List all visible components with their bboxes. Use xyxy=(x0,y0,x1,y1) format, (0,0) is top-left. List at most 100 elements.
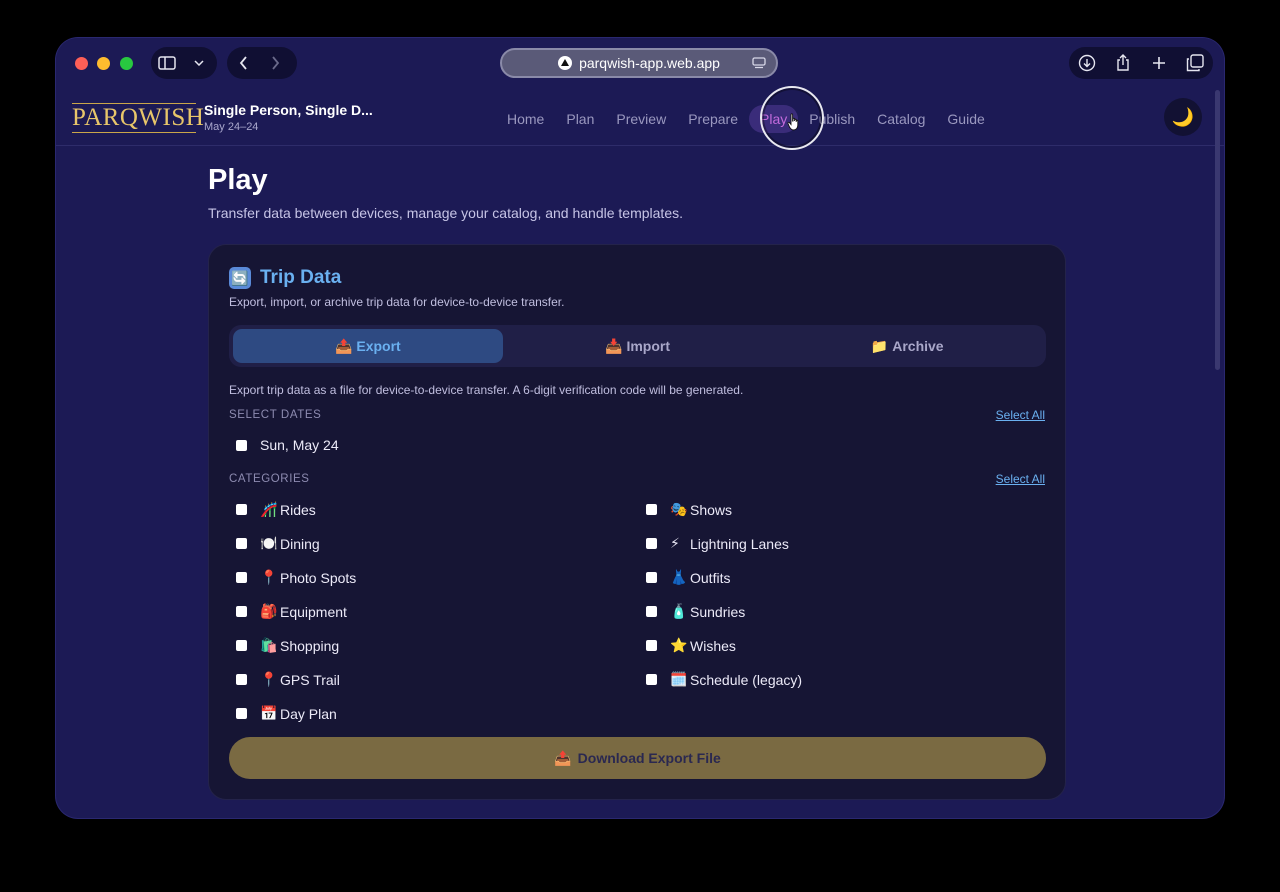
close-window-button[interactable] xyxy=(75,57,88,70)
browser-window: parqwish-app.web.app PARQWISH Single Per… xyxy=(56,38,1224,818)
category-label: Day Plan xyxy=(280,705,337,722)
tab-import[interactable]: 📥 Import xyxy=(503,329,773,363)
category-checkbox[interactable] xyxy=(646,504,657,515)
share-icon[interactable] xyxy=(1107,47,1139,79)
sync-icon: 🔄 xyxy=(229,267,251,289)
category-label: Equipment xyxy=(280,603,347,620)
category-label: Dining xyxy=(280,535,320,552)
chevron-down-icon[interactable] xyxy=(183,47,215,79)
main-nav: Home Plan Preview Prepare Play Publish C… xyxy=(496,105,996,133)
tab-label: Archive xyxy=(892,338,944,354)
lotion-bottle-icon: 🧴 xyxy=(670,603,688,619)
nav-prepare[interactable]: Prepare xyxy=(677,105,749,133)
trip-title[interactable]: Single Person, Single D... xyxy=(204,102,373,118)
trip-dates: May 24–24 xyxy=(204,121,259,133)
zoom-window-button[interactable] xyxy=(120,57,133,70)
category-checkbox[interactable] xyxy=(236,572,247,583)
category-label: Photo Spots xyxy=(280,569,357,586)
category-sundries[interactable]: 🧴 Sundries xyxy=(646,603,745,620)
browser-actions-group xyxy=(1069,47,1213,79)
category-wishes[interactable]: ⭐ Wishes xyxy=(646,637,736,654)
pointer-cursor-icon xyxy=(787,113,801,136)
star-icon: ⭐ xyxy=(670,637,688,653)
trip-data-card: 🔄 Trip Data Export, import, or archive t… xyxy=(208,244,1066,800)
select-all-categories-link[interactable]: Select All xyxy=(996,472,1045,486)
nav-publish[interactable]: Publish xyxy=(798,105,866,133)
category-schedule-legacy[interactable]: 🗓️ Schedule (legacy) xyxy=(646,671,802,688)
lightning-icon: ⚡ xyxy=(670,535,680,551)
card-title: Trip Data xyxy=(260,267,342,288)
category-label: Shopping xyxy=(280,637,340,654)
category-checkbox[interactable] xyxy=(236,504,247,515)
category-checkbox[interactable] xyxy=(236,606,247,617)
parqwish-logo[interactable]: PARQWISH xyxy=(72,103,204,133)
category-rides[interactable]: 🎢 Rides xyxy=(236,501,316,518)
date-label: Sun, May 24 xyxy=(260,437,339,453)
date-checkbox[interactable] xyxy=(236,439,247,451)
sidebar-toggle-group xyxy=(151,47,217,79)
category-checkbox[interactable] xyxy=(236,708,247,719)
history-nav-group xyxy=(227,47,297,79)
sidebar-icon[interactable] xyxy=(151,47,183,79)
category-lightning-lanes[interactable]: ⚡ Lightning Lanes xyxy=(646,535,789,552)
category-label: Rides xyxy=(280,501,316,518)
roller-coaster-icon: 🎢 xyxy=(260,501,278,517)
category-photo-spots[interactable]: 📍 Photo Spots xyxy=(236,569,356,586)
date-option[interactable]: Sun, May 24 xyxy=(236,437,339,453)
category-label: Sundries xyxy=(690,603,746,620)
downloads-icon[interactable] xyxy=(1071,47,1103,79)
moon-icon: 🌙 xyxy=(1171,106,1195,127)
folder-icon: 📁 xyxy=(870,337,889,354)
category-equipment[interactable]: 🎒 Equipment xyxy=(236,603,347,620)
select-dates-label: SELECT DATES xyxy=(229,409,322,421)
category-checkbox[interactable] xyxy=(646,640,657,651)
category-gps-trail[interactable]: 📍 GPS Trail xyxy=(236,671,340,688)
new-tab-icon[interactable] xyxy=(1143,47,1175,79)
shopping-bags-icon: 🛍️ xyxy=(260,637,278,653)
card-header: 🔄 Trip Data xyxy=(229,267,341,289)
nav-plan[interactable]: Plan xyxy=(555,105,605,133)
category-checkbox[interactable] xyxy=(236,640,247,651)
back-icon[interactable] xyxy=(227,47,259,79)
category-label: Schedule (legacy) xyxy=(690,671,803,688)
dress-icon: 👗 xyxy=(670,569,688,585)
category-label: Shows xyxy=(690,501,733,518)
address-bar[interactable]: parqwish-app.web.app xyxy=(500,48,778,78)
nav-preview[interactable]: Preview xyxy=(605,105,677,133)
site-favicon-icon xyxy=(558,56,573,70)
category-day-plan[interactable]: 📅 Day Plan xyxy=(236,705,337,722)
category-checkbox[interactable] xyxy=(236,538,247,549)
category-checkbox[interactable] xyxy=(646,572,657,583)
page-subtitle: Transfer data between devices, manage yo… xyxy=(208,205,683,221)
url-text: parqwish-app.web.app xyxy=(579,55,720,71)
theme-toggle-button[interactable]: 🌙 xyxy=(1164,98,1202,136)
category-checkbox[interactable] xyxy=(646,606,657,617)
tab-archive[interactable]: 📁 Archive xyxy=(772,329,1042,363)
page-scrollbar[interactable] xyxy=(1215,90,1220,370)
category-shows[interactable]: 🎭 Shows xyxy=(646,501,732,518)
download-export-button[interactable]: 📤 Download Export File xyxy=(229,737,1046,779)
trip-data-tabs: 📤 Export 📥 Import 📁 Archive xyxy=(229,325,1046,367)
category-outfits[interactable]: 👗 Outfits xyxy=(646,569,730,586)
select-all-dates-link[interactable]: Select All xyxy=(996,408,1045,422)
pin-icon: 📍 xyxy=(260,671,278,687)
card-description: Export, import, or archive trip data for… xyxy=(229,295,565,309)
export-description: Export trip data as a file for device-to… xyxy=(229,383,744,397)
pin-icon: 📍 xyxy=(260,569,278,585)
page-title: Play xyxy=(208,164,268,196)
category-dining[interactable]: 🍽️ Dining xyxy=(236,535,320,552)
nav-home[interactable]: Home xyxy=(496,105,555,133)
category-shopping[interactable]: 🛍️ Shopping xyxy=(236,637,339,654)
category-checkbox[interactable] xyxy=(646,674,657,685)
nav-catalog[interactable]: Catalog xyxy=(866,105,936,133)
category-checkbox[interactable] xyxy=(646,538,657,549)
forward-icon[interactable] xyxy=(259,47,291,79)
calendar-icon: 📅 xyxy=(260,705,278,721)
category-label: GPS Trail xyxy=(280,671,340,688)
category-checkbox[interactable] xyxy=(236,674,247,685)
tab-export[interactable]: 📤 Export xyxy=(233,329,503,363)
minimize-window-button[interactable] xyxy=(97,57,110,70)
reader-mode-icon[interactable] xyxy=(752,56,766,73)
nav-guide[interactable]: Guide xyxy=(936,105,995,133)
tab-overview-icon[interactable] xyxy=(1179,47,1211,79)
